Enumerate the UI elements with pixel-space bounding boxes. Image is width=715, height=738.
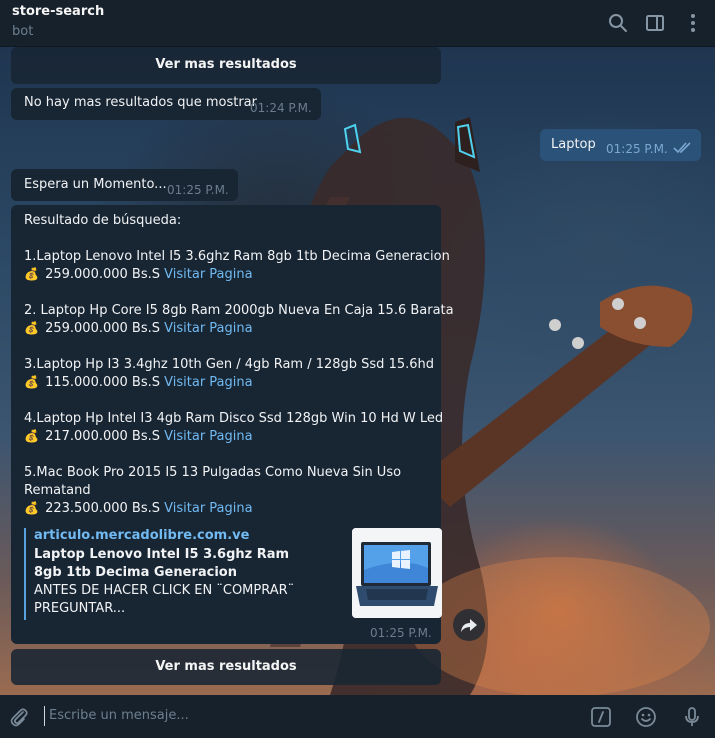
visit-page-link[interactable]: Visitar Pagina [164, 375, 252, 390]
message-text: Espera un Momento... [24, 177, 167, 192]
laptop-image [352, 528, 442, 618]
microphone-icon[interactable] [680, 705, 704, 729]
result-title-continued: Rematand [24, 483, 91, 498]
message-time: 01:25 P.M. [167, 183, 229, 197]
message-time: 01:25 P.M. [370, 626, 432, 640]
chat-area[interactable]: Ver mas resultados No hay mas resultados… [0, 47, 715, 695]
result-title: 3.Laptop Hp I3 3.4ghz 10th Gen / 4gb Ram… [24, 357, 435, 372]
share-button[interactable] [453, 609, 485, 641]
result-title: 2. Laptop Hp Core I5 8gb Ram 2000gb Nuev… [24, 303, 454, 318]
preview-thumbnail[interactable] [352, 528, 442, 618]
preview-site[interactable]: articulo.mercadolibre.com.ve [34, 528, 249, 543]
result-price: 217.000.000 Bs.S [45, 429, 161, 444]
result-price: 259.000.000 Bs.S [45, 267, 161, 282]
slash-commands-icon[interactable] [589, 705, 613, 729]
visit-page-link[interactable]: Visitar Pagina [164, 429, 252, 444]
message-composer: Escribe un mensaje... [0, 695, 715, 738]
chat-subtitle: bot [12, 24, 34, 39]
preview-title: Laptop Lenovo Intel I5 3.6ghz Ram 8gb 1t… [34, 547, 290, 580]
results-heading: Resultado de búsqueda: [24, 213, 182, 228]
more-vertical-icon[interactable] [681, 11, 705, 35]
message-outgoing-laptop: Laptop 01:25 P.M. [540, 129, 701, 161]
message-time: 01:24 P.M. [250, 101, 312, 115]
visit-page-link[interactable]: Visitar Pagina [164, 501, 252, 516]
message-text: No hay mas resultados que mostrar [24, 95, 257, 110]
result-price: 259.000.000 Bs.S [45, 321, 161, 336]
link-preview[interactable]: articulo.mercadolibre.com.ve Laptop Leno… [24, 528, 442, 620]
chat-header: store-search bot [0, 0, 715, 47]
result-price-line: 💰 217.000.000 Bs.S Visitar Pagina [24, 429, 253, 444]
money-bag-icon: 💰 [24, 267, 39, 281]
result-price: 223.500.000 Bs.S [45, 501, 161, 516]
result-title: 5.Mac Book Pro 2015 I5 13 Pulgadas Como … [24, 465, 402, 480]
paperclip-icon[interactable] [7, 705, 31, 729]
result-price-line: 💰 259.000.000 Bs.S Visitar Pagina [24, 321, 253, 336]
money-bag-icon: 💰 [24, 375, 39, 389]
result-price-line: 💰 223.500.000 Bs.S Visitar Pagina [24, 501, 253, 516]
more-results-button-top[interactable]: Ver mas resultados [11, 47, 441, 84]
result-title: 4.Laptop Hp Intel I3 4gb Ram Disco Ssd 1… [24, 411, 444, 426]
result-price-line: 💰 259.000.000 Bs.S Visitar Pagina [24, 267, 253, 282]
visit-page-link[interactable]: Visitar Pagina [164, 321, 252, 336]
emoji-icon[interactable] [634, 705, 658, 729]
result-title: 1.Laptop Lenovo Intel I5 3.6ghz Ram 8gb … [24, 249, 450, 264]
message-search-results: Resultado de búsqueda: 1.Laptop Lenovo I… [11, 205, 454, 644]
money-bag-icon: 💰 [24, 429, 39, 443]
message-wait: Espera un Momento... 01:25 P.M. [11, 169, 238, 201]
preview-description: ANTES DE HACER CLICK EN ¨COMPRAR¨ PREGUN… [34, 583, 295, 616]
more-results-button[interactable]: Ver mas resultados [11, 649, 441, 685]
money-bag-icon: 💰 [24, 501, 39, 515]
double-check-icon [673, 140, 693, 154]
result-price: 115.000.000 Bs.S [45, 375, 161, 390]
visit-page-link[interactable]: Visitar Pagina [164, 267, 252, 282]
message-input[interactable]: Escribe un mensaje... [44, 706, 564, 726]
message-time: 01:25 P.M. [606, 142, 668, 156]
money-bag-icon: 💰 [24, 321, 39, 335]
result-price-line: 💰 115.000.000 Bs.S Visitar Pagina [24, 375, 253, 390]
share-icon [461, 619, 477, 632]
chat-title[interactable]: store-search [12, 4, 104, 19]
search-icon[interactable] [606, 11, 630, 35]
message-no-more-results: No hay mas resultados que mostrar 01:24 … [11, 88, 321, 120]
message-text: Laptop [551, 137, 596, 152]
sidebar-toggle-icon[interactable] [643, 11, 667, 35]
